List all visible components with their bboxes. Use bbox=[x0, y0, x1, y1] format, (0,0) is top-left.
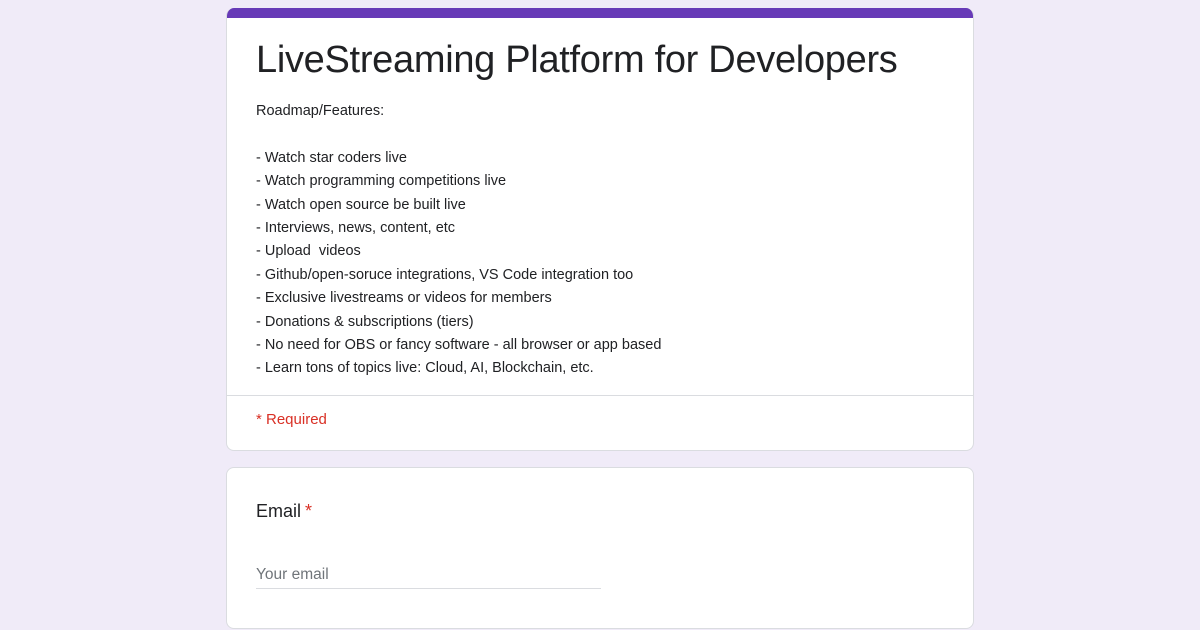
required-note: * Required bbox=[256, 411, 327, 428]
feature-item: - Watch open source be built live bbox=[256, 196, 466, 213]
required-asterisk: * bbox=[305, 501, 313, 521]
header-divider bbox=[227, 395, 973, 396]
feature-item: - Learn tons of topics live: Cloud, AI, … bbox=[256, 360, 594, 377]
feature-item: - Upload videos bbox=[256, 243, 361, 260]
description-heading: Roadmap/Features: bbox=[256, 103, 385, 119]
email-input[interactable] bbox=[256, 561, 601, 589]
feature-item: - No need for OBS or fancy software - al… bbox=[256, 336, 662, 353]
feature-item: - Interviews, news, content, etc bbox=[256, 219, 456, 236]
header-accent-bar bbox=[227, 8, 973, 18]
feature-item: - Watch programming competitions live bbox=[256, 173, 507, 190]
email-question-card: Email * bbox=[226, 467, 974, 629]
feature-item: - Donations & subscriptions (tiers) bbox=[256, 313, 474, 330]
form-header-card: LiveStreaming Platform for Developers Ro… bbox=[226, 8, 974, 451]
feature-item: - Github/open-soruce integrations, VS Co… bbox=[256, 266, 634, 283]
feature-item: - Exclusive livestreams or videos for me… bbox=[256, 290, 552, 307]
form-title: LiveStreaming Platform for Developers bbox=[256, 39, 898, 81]
email-label: Email bbox=[256, 501, 302, 521]
form-description: Roadmap/Features: - Watch star coders li… bbox=[256, 100, 946, 381]
feature-item: - Watch star coders live bbox=[256, 149, 407, 166]
email-question-title: Email * bbox=[256, 499, 312, 523]
